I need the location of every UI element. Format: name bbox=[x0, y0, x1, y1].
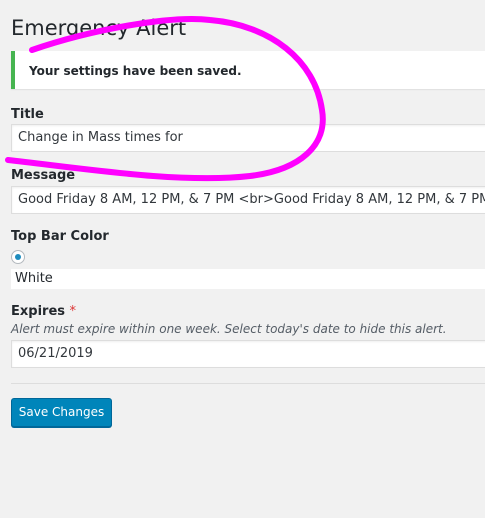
top-bar-color-option[interactable]: White bbox=[11, 269, 485, 289]
required-marker: * bbox=[69, 304, 77, 319]
page-title: Emergency Alert bbox=[11, 16, 187, 40]
title-label: Title bbox=[11, 107, 44, 122]
message-label: Message bbox=[11, 168, 76, 183]
radio-checked-dot-icon bbox=[15, 254, 21, 260]
top-bar-color-label: Top Bar Color bbox=[11, 229, 109, 244]
form-divider bbox=[11, 383, 485, 384]
expires-date-input[interactable]: 06/21/2019 bbox=[11, 340, 485, 368]
top-bar-color-radio[interactable] bbox=[11, 250, 25, 264]
expires-description: Alert must expire within one week. Selec… bbox=[11, 322, 447, 336]
settings-saved-notice: Your settings have been saved. bbox=[11, 51, 485, 89]
title-input[interactable]: Change in Mass times for bbox=[11, 124, 485, 152]
save-changes-button[interactable]: Save Changes bbox=[11, 398, 112, 427]
expires-label: Expires * bbox=[11, 304, 76, 319]
message-input[interactable]: Good Friday 8 AM, 12 PM, & 7 PM <br>Good… bbox=[11, 186, 485, 214]
notice-text: Your settings have been saved. bbox=[29, 64, 242, 78]
expires-label-text: Expires bbox=[11, 304, 65, 319]
